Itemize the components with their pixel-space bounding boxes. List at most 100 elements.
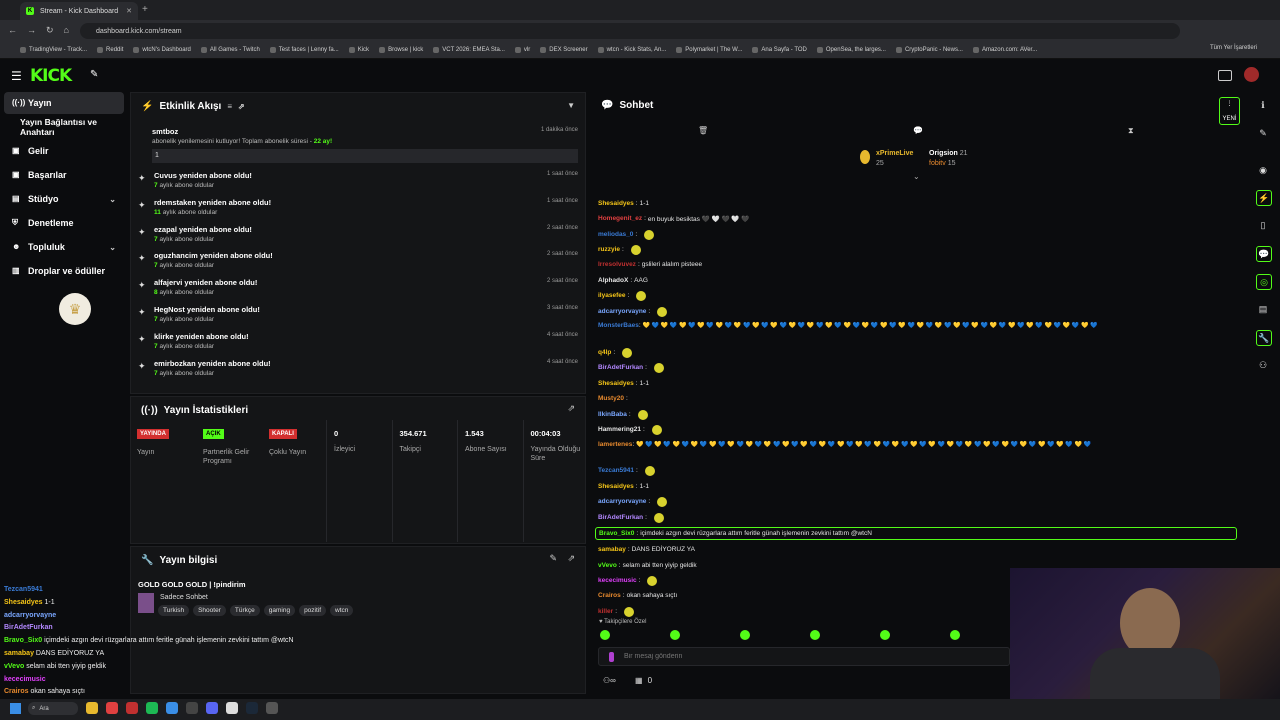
calendar-icon[interactable] (126, 702, 138, 714)
filter-icon[interactable]: ≡ (227, 102, 232, 111)
chat-username[interactable]: Shesaidyes (598, 380, 634, 387)
chat-username[interactable]: Irresolvuvez (598, 261, 636, 268)
chat-username[interactable]: lamertenes (598, 441, 632, 448)
users-link-icon[interactable]: ⚇∞ (603, 676, 616, 685)
file-explorer-icon[interactable] (86, 702, 98, 714)
bookmark-item[interactable]: Test faces | Lenny fa... (269, 47, 339, 53)
bookmark-item[interactable]: Ana Sayfa - TOD (752, 47, 807, 53)
bookmark-item[interactable]: DEX Screener (540, 47, 588, 53)
chat-username[interactable]: BirAdetFurkan (598, 514, 643, 521)
tag-chip[interactable]: wtcn (330, 605, 354, 616)
windows-start-icon[interactable] (10, 703, 21, 714)
chat-username[interactable]: killer (598, 608, 613, 615)
popout-icon[interactable]: ⇗ (238, 102, 245, 111)
chat-username[interactable]: AlphadoX (598, 277, 628, 284)
emote-icon[interactable] (740, 630, 750, 640)
steam-icon[interactable] (246, 702, 258, 714)
bookmark-item[interactable]: VCT 2026: EMEA Sta... (433, 47, 505, 53)
chat-username[interactable]: IlkinBaba (598, 411, 627, 418)
chat-username[interactable]: MonsterBaes (598, 322, 639, 329)
message-icon[interactable]: 💬 (913, 126, 923, 135)
camera-icon[interactable]: ◉ (1256, 163, 1270, 177)
chat-username[interactable]: BirAdetFurkan (598, 364, 643, 371)
all-bookmarks[interactable]: Tüm Yer İşaretleri (1210, 45, 1257, 51)
chat-username[interactable]: meliodas_0 (598, 231, 633, 238)
notes-icon[interactable] (226, 702, 238, 714)
bolt-icon[interactable]: ⚡ (1256, 190, 1272, 206)
chat-username[interactable]: ruzzyie (598, 246, 620, 253)
avatar[interactable] (1244, 67, 1259, 82)
sidebar-item-moderation[interactable]: ⛨ Denetleme (4, 212, 124, 234)
channel-avatar[interactable]: ♛ (59, 293, 91, 325)
chat-username[interactable]: Shesaidyes (598, 200, 634, 207)
chat-username[interactable]: Bravo_Six0 (599, 530, 634, 537)
tag-chip[interactable]: Shooter (193, 605, 226, 616)
info-icon[interactable]: ℹ (1256, 98, 1270, 112)
emote-icon[interactable] (880, 630, 890, 640)
users-icon[interactable]: ⚇ (1256, 358, 1270, 372)
sidebar-item-achievements[interactable]: ▣ Başarılar (4, 164, 124, 186)
new-tab-button[interactable]: + (142, 4, 148, 15)
emote-icon[interactable] (810, 630, 820, 640)
chrome-icon[interactable] (106, 702, 118, 714)
discord-icon[interactable] (206, 702, 218, 714)
chat-username[interactable]: samabay (598, 546, 626, 553)
kick-logo[interactable]: KICK (30, 66, 72, 86)
funnel-icon[interactable]: ▼ (567, 101, 575, 110)
hourglass-icon[interactable]: ⧗ (1128, 126, 1134, 136)
chat-username[interactable]: vVevo (598, 562, 617, 569)
emote-icon[interactable] (950, 630, 960, 640)
chat-icon[interactable]: 💬 (1256, 246, 1272, 262)
trash-icon[interactable]: 🗑 (698, 126, 708, 135)
close-tab-icon[interactable]: ✕ (126, 7, 132, 15)
pencil-icon[interactable]: ✎ (1256, 126, 1270, 140)
chat-username[interactable]: q4lp (598, 349, 611, 356)
studio-icon[interactable] (1218, 70, 1232, 81)
forward-icon[interactable]: → (27, 25, 36, 36)
bookmark-item[interactable]: CryptoPanic - News... (895, 47, 963, 53)
tag-chip[interactable]: Turkish (158, 605, 190, 616)
taskbar-search[interactable]: ⌕ Ara (28, 702, 78, 715)
popout-icon[interactable]: ⇗ (567, 553, 575, 564)
tag-chip[interactable]: pozitif (299, 605, 327, 616)
url-input[interactable]: dashboard.kick.com/stream (80, 23, 1180, 39)
chat-username[interactable]: adcarryorvayne (598, 498, 646, 505)
bookmark-item[interactable]: All Games - Twitch (200, 47, 260, 53)
spotify-icon[interactable] (146, 702, 158, 714)
bookmark-item[interactable]: Polymarket | The W... (676, 47, 742, 53)
menu-icon[interactable]: ☰ (11, 69, 22, 83)
wrench-icon[interactable]: 🔧 (1256, 330, 1272, 346)
bookmark-item[interactable]: OpenSea, the larges... (816, 47, 886, 53)
chat-username[interactable]: Hammering21 (598, 426, 641, 433)
home-icon[interactable]: ⌂ (64, 25, 69, 36)
bookmark-item[interactable]: wtcn - Kick Stats, An... (597, 47, 666, 53)
reload-icon[interactable]: ↻ (46, 25, 54, 36)
chat-input[interactable] (598, 647, 1010, 666)
bookmark-item[interactable]: Reddit (97, 47, 123, 53)
chat-username[interactable]: Crairos (598, 592, 621, 599)
bookmark-item[interactable]: Kick (348, 47, 369, 53)
sidebar-item-community[interactable]: ☻ Topluluk ⌄ (4, 236, 124, 258)
bookmark-item[interactable]: wtcN's Dashboard (133, 47, 191, 53)
emote-icon[interactable] (670, 630, 680, 640)
broadcast-icon[interactable]: ◎ (1256, 274, 1272, 290)
sidebar-item-drops[interactable]: ▥ Droplar ve ödüller (4, 260, 124, 282)
chat-message-field[interactable] (622, 652, 976, 661)
list-icon[interactable]: ▤ (1256, 302, 1270, 316)
chevron-down-icon[interactable]: ⌄ (913, 172, 920, 181)
sidebar-item-stream[interactable]: ((·)) Yayın (4, 92, 124, 114)
bookmark-item[interactable]: Browse | kick (379, 47, 423, 53)
bookmark-item[interactable]: vlr (514, 47, 530, 53)
terminal-icon[interactable] (166, 702, 178, 714)
mod-tools-icon[interactable]: ✎ (90, 69, 98, 80)
browser-tab[interactable]: K Stream - Kick Dashboard ✕ (20, 2, 138, 20)
chat-username[interactable]: Tezcan5941 (598, 467, 634, 474)
chat-username[interactable]: Shesaidyes (598, 483, 634, 490)
chat-username[interactable]: kececimusic (598, 577, 637, 584)
bookmark-item[interactable]: Amazon.com: AVer... (972, 47, 1037, 53)
chat-new-button[interactable]: ⋮ YENİ (1219, 97, 1240, 125)
bookmark-item[interactable]: TradingView - Track... (20, 47, 87, 53)
chat-username[interactable]: Musty20 (598, 395, 624, 402)
emote-icon[interactable] (600, 630, 610, 640)
chat-username[interactable]: Homegenit_ez (598, 215, 642, 222)
